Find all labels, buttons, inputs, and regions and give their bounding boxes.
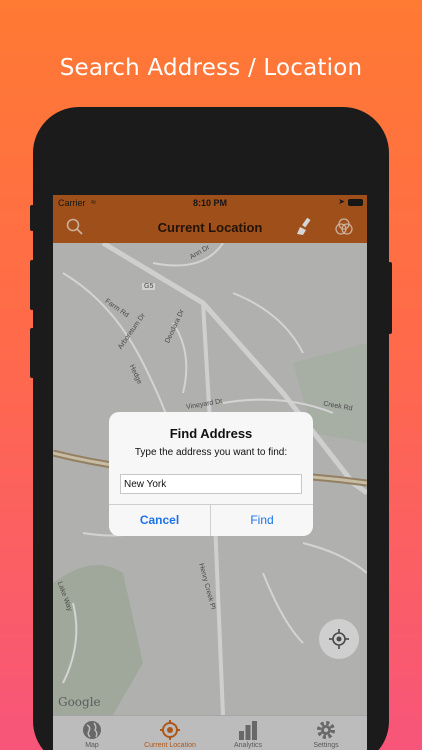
dialog-title: Find Address (169, 426, 253, 441)
find-address-dialog: Find Address Type the address you want t… (109, 412, 313, 536)
dialog-button-row: Cancel Find (109, 504, 313, 536)
phone-side-button (30, 205, 34, 231)
phone-side-button (30, 260, 34, 310)
address-input[interactable] (120, 474, 302, 494)
phone-side-button (30, 328, 34, 378)
phone-side-button (388, 262, 392, 334)
cancel-button[interactable]: Cancel (109, 505, 211, 536)
dialog-message: Type the address you want to find: (134, 447, 288, 458)
app-screen: Carrier ≈ 8:10 PM ➤ Current Location Ann… (53, 195, 367, 750)
find-button[interactable]: Find (211, 505, 313, 536)
promo-headline: Search Address / Location (59, 55, 363, 81)
